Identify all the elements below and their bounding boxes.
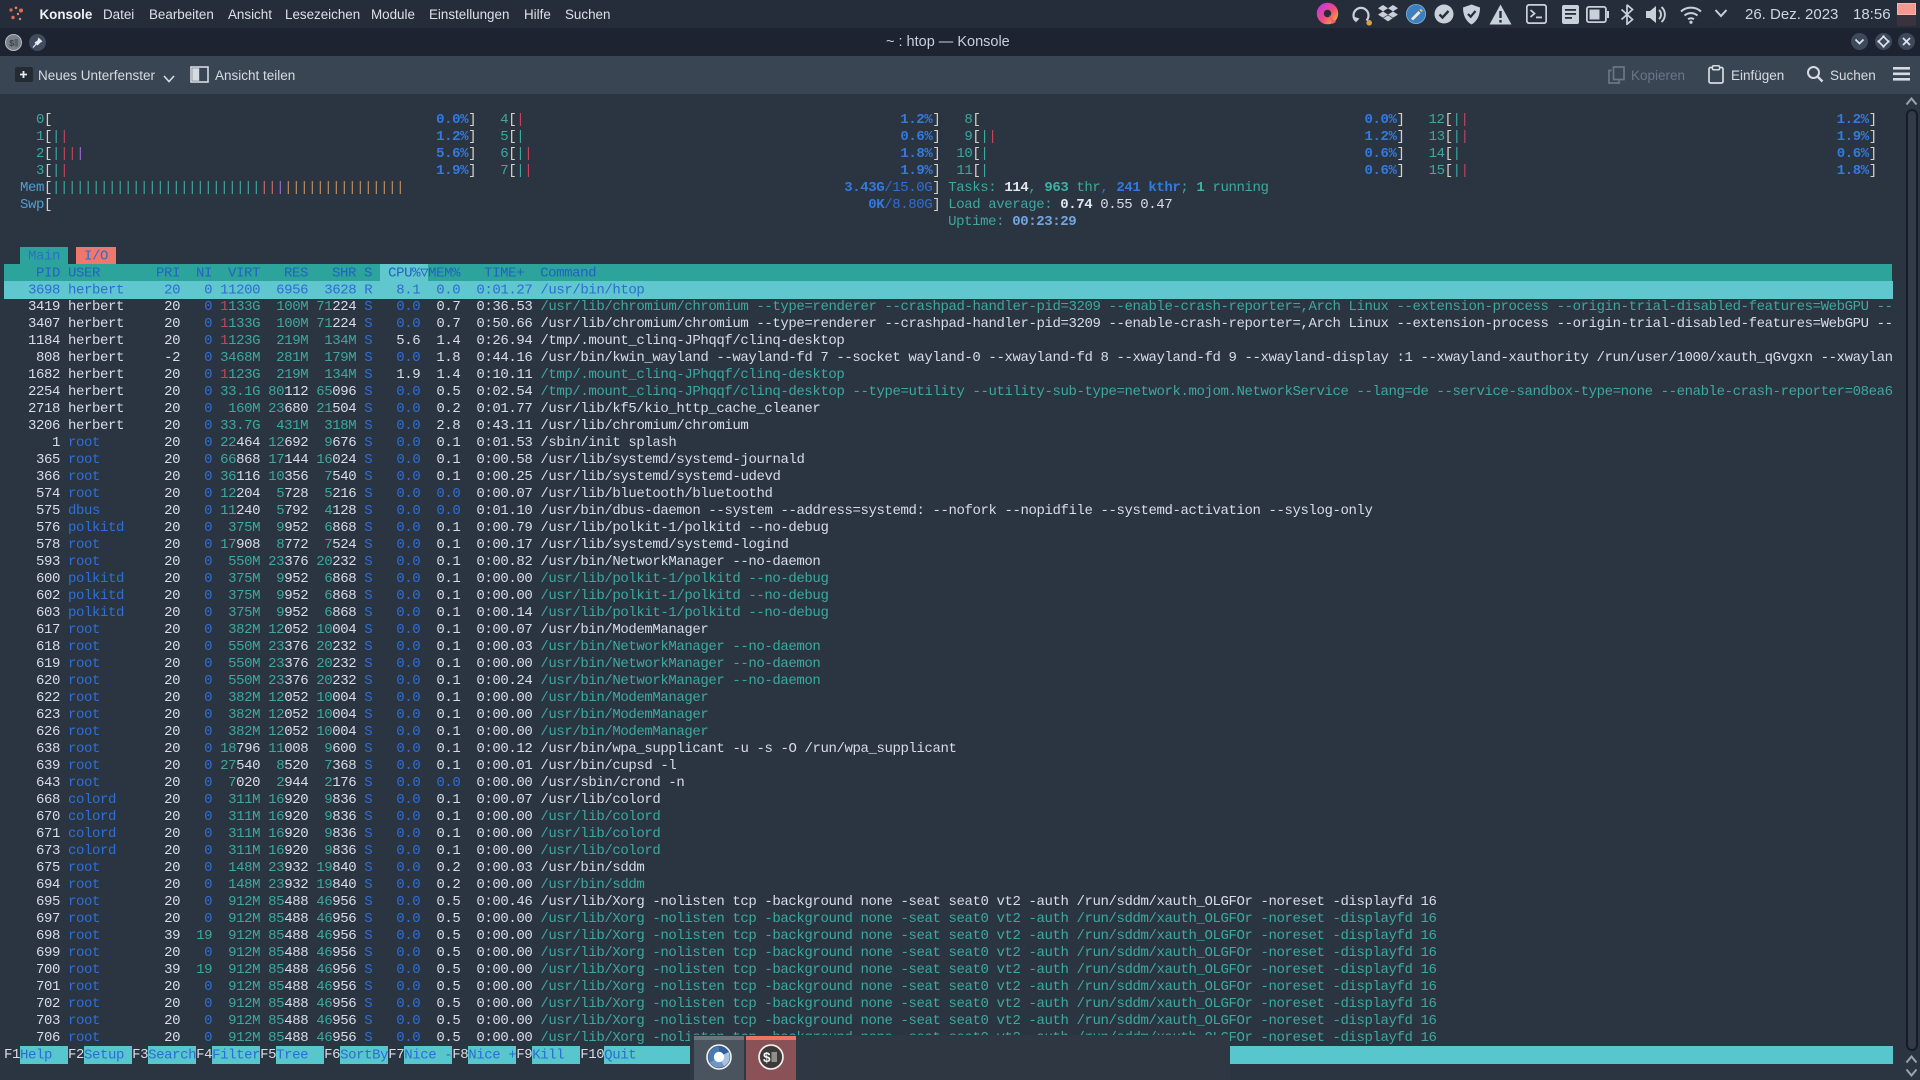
svg-text:$: $ (763, 1050, 771, 1065)
svg-text:$: $ (9, 39, 15, 49)
